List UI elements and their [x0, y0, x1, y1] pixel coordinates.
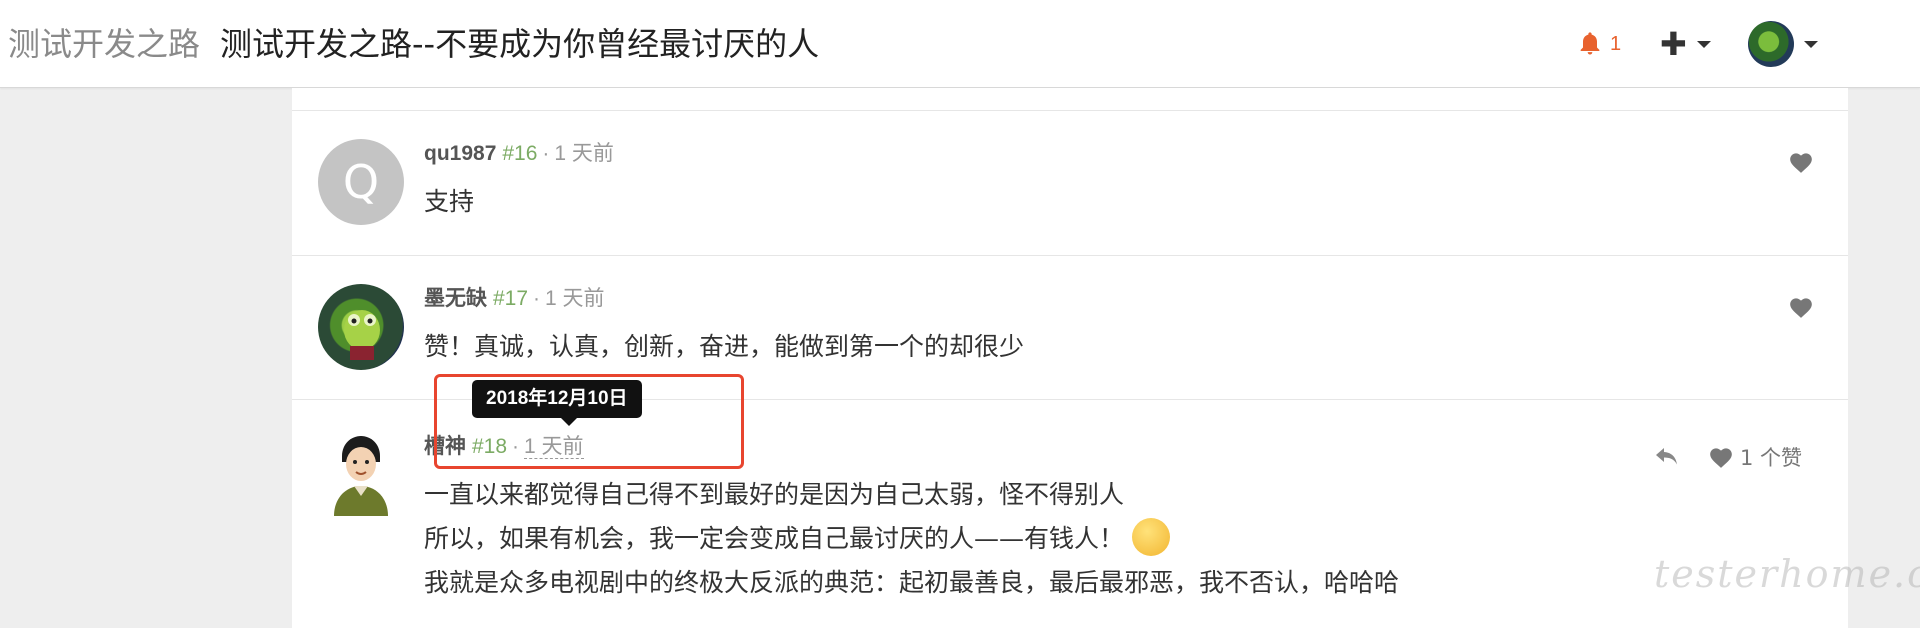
username[interactable]: qu1987 [424, 142, 496, 165]
chevron-down-icon [1696, 40, 1711, 48]
avatar[interactable]: Q [318, 139, 404, 225]
plus-icon: ✚ [1660, 26, 1687, 62]
frog-avatar-icon [344, 310, 380, 360]
reply-body: 支持 [424, 187, 475, 216]
reply-time[interactable]: 1 天前 [554, 142, 614, 165]
username[interactable]: 墨无缺 [424, 287, 487, 310]
reply-actions: 1 个赞 [1654, 442, 1802, 472]
reply-time[interactable]: 1 天前 [545, 287, 605, 310]
cartoon-person-icon [334, 436, 388, 516]
watermark: testerhome.com [1654, 552, 1920, 596]
create-menu-button[interactable]: ✚ [1660, 20, 1711, 68]
notification-count: 1 [1610, 32, 1622, 55]
heart-icon[interactable] [1788, 295, 1814, 319]
node-link[interactable]: 测试开发之路 [8, 22, 200, 66]
bell-icon [1580, 32, 1600, 55]
reply-item: Q qu1987 #16 · 1 天前 支持 [292, 111, 1848, 256]
heart-icon[interactable] [1708, 445, 1734, 469]
reply-meta: qu1987 #16 · 1 天前 [424, 142, 614, 165]
replies-panel: Q qu1987 #16 · 1 天前 支持 墨无缺 #17 · 1 天前 赞！真诚，认真，… [292, 88, 1848, 628]
smirk-emoji-icon [1132, 518, 1171, 556]
notification-button[interactable]: 1 [1576, 20, 1621, 68]
user-menu-button[interactable] [1748, 20, 1818, 68]
avatar[interactable] [318, 284, 404, 370]
reply-body-line: 所以，如果有机会，我一定会变成自己最讨厌的人——有钱人！ [424, 517, 1171, 561]
tooltip-arrow [560, 417, 578, 426]
avatar[interactable] [318, 430, 404, 516]
reply-body: 赞！真诚，认真，创新，奋进，能做到第一个的却很少 [424, 332, 1025, 361]
top-navbar: 测试开发之路 测试开发之路--不要成为你曾经最讨厌的人 1 ✚ [0, 0, 1920, 88]
reply-body-line: 我就是众多电视剧中的终极大反派的典范：起初最善良，最后最邪恶，我不否认，哈哈哈 [424, 568, 1400, 597]
like-count[interactable]: 1 个赞 [1740, 442, 1802, 472]
time-tooltip: 2018年12月10日 [472, 380, 642, 418]
floor-number[interactable]: #16 [502, 142, 537, 165]
chevron-down-icon [1804, 40, 1818, 48]
reply-meta: 墨无缺 #17 · 1 天前 [424, 287, 605, 310]
reply-body-line: 一直以来都觉得自己得不到最好的是因为自己太弱，怪不得别人 [424, 480, 1125, 509]
heart-icon[interactable] [1788, 150, 1814, 174]
floor-number[interactable]: #17 [493, 287, 528, 310]
topic-title: 测试开发之路--不要成为你曾经最讨厌的人 [220, 25, 820, 63]
avatar [1748, 21, 1794, 67]
reply-icon[interactable] [1654, 446, 1680, 468]
